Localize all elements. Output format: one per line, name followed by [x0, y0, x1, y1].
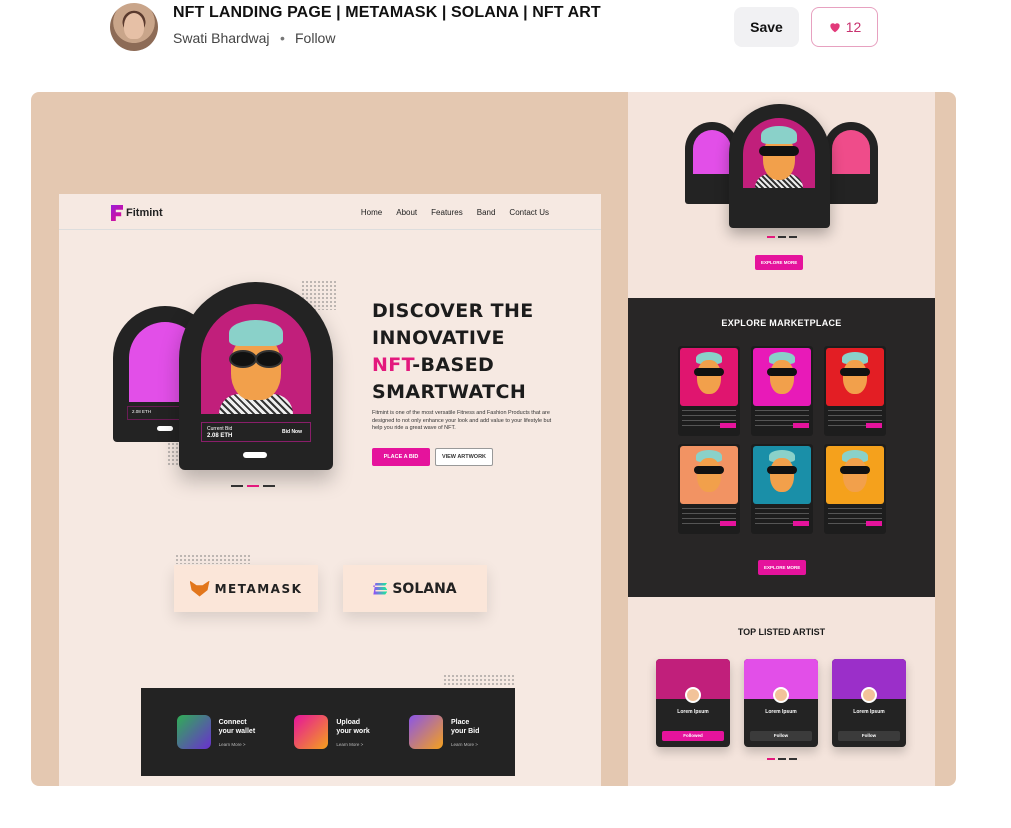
nav-contact: Contact Us [509, 208, 549, 217]
like-button[interactable]: 12 [811, 7, 878, 47]
follow-button: Follow [750, 731, 812, 741]
market-card [678, 444, 740, 534]
nav-features: Features [431, 208, 463, 217]
dot-pattern [175, 554, 251, 564]
nav-home: Home [360, 208, 383, 217]
mockup-nav: Fitmint Home About Features Band Contact… [59, 194, 601, 230]
shot-title: NFT LANDING PAGE | METAMASK | SOLANA | N… [173, 4, 601, 21]
hero-pager [231, 485, 275, 487]
card-dots [243, 452, 267, 458]
card-bid-button: Bid Now [282, 429, 302, 435]
mobile-pager [767, 236, 797, 238]
mockup-right-column: EXPLORE MORE EXPLORE MARKETPLACE EXPLORE… [628, 92, 935, 786]
fitmint-logo-icon [111, 205, 123, 221]
artist-card: Lorem Ipsum Follow [832, 659, 906, 747]
artists-pager [767, 758, 797, 760]
nav-about: About [396, 208, 418, 217]
step-place-bid: Place your Bid Learn More > [409, 715, 479, 749]
market-card [678, 346, 740, 436]
fitmint-logo: Fitmint [126, 207, 163, 219]
wallet-icon [176, 715, 211, 749]
easel-icon [294, 715, 329, 749]
mobile-hero: EXPLORE MORE [628, 92, 935, 298]
artist-card: Lorem Ipsum Follow [744, 659, 818, 747]
separator-dot: • [280, 30, 285, 46]
shot-header: NFT LANDING PAGE | METAMASK | SOLANA | N… [0, 0, 1011, 80]
metamask-badge: METAMASK [174, 565, 318, 612]
card-price-label: Current Bid [207, 426, 233, 432]
artists-title: TOP LISTED ARTIST [737, 627, 826, 637]
market-card [751, 444, 813, 534]
follow-button: Follow [838, 731, 900, 741]
view-artwork-button: VIEW ARTWORK [435, 448, 493, 466]
artist-avatar [685, 687, 701, 703]
dot-pattern [443, 674, 515, 686]
mockup-nav-links: Home About Features Band Contact Us [361, 208, 549, 217]
gavel-icon [409, 715, 443, 749]
marketplace-section: EXPLORE MARKETPLACE EXPLORE MORE [628, 298, 935, 597]
shot-image[interactable]: Fitmint Home About Features Band Contact… [31, 92, 956, 786]
landing-page-mockup: Fitmint Home About Features Band Contact… [59, 194, 601, 786]
card-price: 2.08 ETH [207, 433, 233, 439]
market-card [824, 444, 886, 534]
follow-link[interactable]: Follow [295, 30, 335, 46]
nft-card-front [729, 104, 830, 228]
step-upload-work: Upload your work Learn More > [294, 715, 370, 749]
bid-row: Current Bid 2.08 ETH Bid Now [201, 422, 311, 442]
step-connect-wallet: Connect your wallet Learn More > [176, 715, 255, 749]
followed-button: Followed [662, 731, 724, 741]
steps-bar: Connect your wallet Learn More > Upload you… [141, 688, 515, 776]
nft-character-art [201, 304, 311, 414]
market-card [824, 346, 886, 436]
nft-character-art [743, 118, 815, 188]
like-count: 12 [845, 19, 862, 35]
nav-band: Band [476, 208, 496, 217]
place-bid-button: PLACE A BID [372, 448, 430, 466]
artist-card: Lorem Ipsum Followed [656, 659, 730, 747]
artist-avatar [773, 687, 789, 703]
solana-badge: SOLANA [343, 565, 487, 612]
hero-text: Fitmint is one of the most versatile Fit… [372, 410, 552, 431]
nft-card-back [824, 122, 878, 204]
author-avatar[interactable] [110, 3, 158, 51]
author-name[interactable]: Swati Bhardwaj [173, 30, 270, 46]
heart-icon [830, 23, 840, 33]
hero-heading: DISCOVER THE INNOVATIVE NFT-BASED SMARTW… [372, 300, 534, 403]
save-button[interactable]: Save [734, 7, 799, 47]
solana-icon [373, 582, 388, 595]
nft-card-front: Current Bid 2.08 ETH Bid Now [179, 282, 333, 470]
card-dots [157, 426, 173, 431]
marketplace-title: EXPLORE MARKETPLACE [721, 318, 842, 328]
explore-more-button: EXPLORE MORE [758, 560, 807, 575]
market-card [751, 346, 813, 436]
artist-avatar [861, 687, 877, 703]
metamask-fox-icon [189, 580, 210, 597]
explore-more-button: EXPLORE MORE [755, 255, 804, 270]
